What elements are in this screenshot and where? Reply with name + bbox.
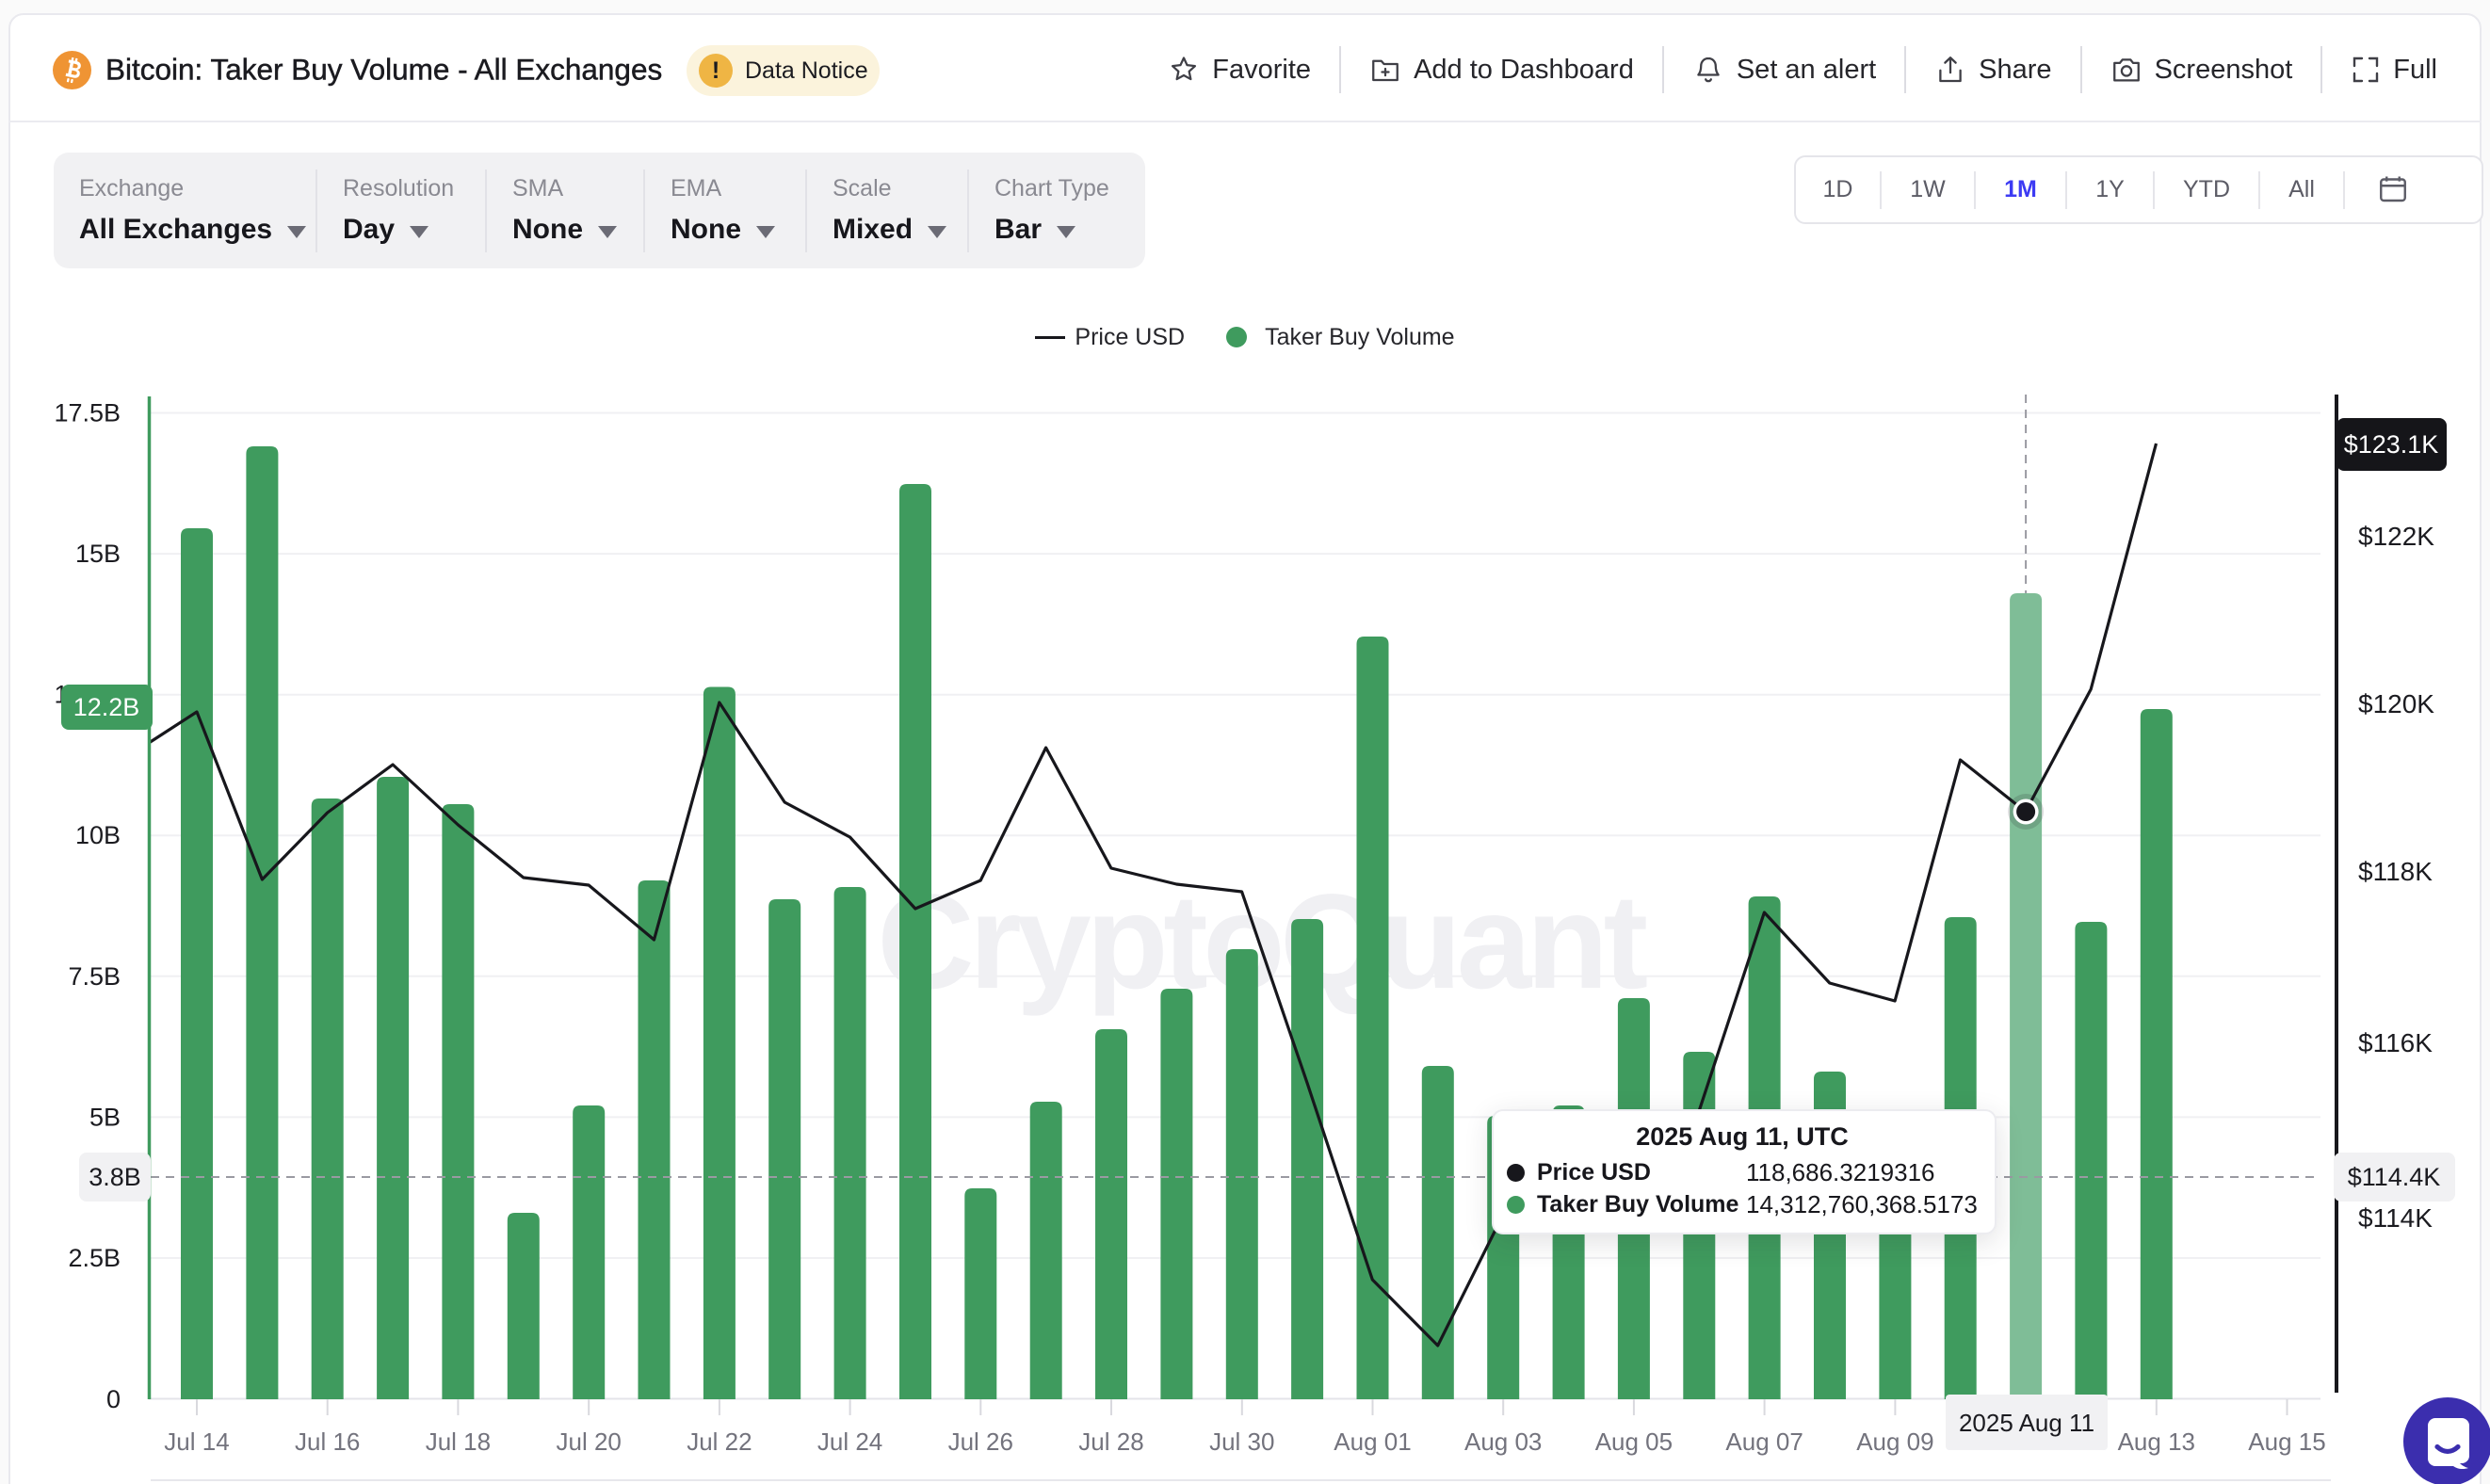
svg-text:$114K: $114K bbox=[2358, 1203, 2433, 1233]
svg-text:Jul 30: Jul 30 bbox=[1209, 1428, 1274, 1456]
svg-text:Jul 28: Jul 28 bbox=[1078, 1428, 1143, 1456]
svg-text:Jul 22: Jul 22 bbox=[687, 1428, 752, 1456]
svg-text:3.8B: 3.8B bbox=[89, 1163, 141, 1191]
svg-text:Jul 26: Jul 26 bbox=[948, 1428, 1013, 1456]
svg-text:2025 Aug 11: 2025 Aug 11 bbox=[1959, 1409, 2094, 1437]
svg-text:Aug 09: Aug 09 bbox=[1856, 1428, 1933, 1456]
svg-text:5B: 5B bbox=[89, 1103, 121, 1131]
svg-text:Jul 24: Jul 24 bbox=[817, 1428, 882, 1456]
svg-text:Aug 15: Aug 15 bbox=[2248, 1428, 2325, 1456]
svg-text:10B: 10B bbox=[75, 821, 121, 849]
svg-text:Aug 07: Aug 07 bbox=[1725, 1428, 1803, 1456]
svg-text:12.2B: 12.2B bbox=[73, 693, 140, 721]
svg-text:$114.4K: $114.4K bbox=[2348, 1163, 2441, 1191]
svg-text:$123.1K: $123.1K bbox=[2344, 430, 2439, 459]
svg-text:0: 0 bbox=[106, 1385, 121, 1413]
svg-text:7.5B: 7.5B bbox=[68, 962, 121, 991]
svg-text:15B: 15B bbox=[75, 540, 121, 568]
svg-text:$120K: $120K bbox=[2358, 689, 2434, 718]
svg-text:CryptoQuant: CryptoQuant bbox=[877, 867, 1646, 1017]
svg-text:Jul 14: Jul 14 bbox=[164, 1428, 229, 1456]
svg-text:Jul 16: Jul 16 bbox=[295, 1428, 360, 1456]
svg-text:Aug 05: Aug 05 bbox=[1595, 1428, 1673, 1456]
svg-text:2.5B: 2.5B bbox=[68, 1244, 121, 1272]
svg-text:$116K: $116K bbox=[2358, 1028, 2433, 1057]
svg-text:Aug 03: Aug 03 bbox=[1464, 1428, 1542, 1456]
svg-text:$122K: $122K bbox=[2358, 522, 2434, 551]
svg-text:Aug 01: Aug 01 bbox=[1334, 1428, 1411, 1456]
svg-text:$118K: $118K bbox=[2358, 857, 2433, 886]
svg-text:Jul 18: Jul 18 bbox=[426, 1428, 491, 1456]
svg-text:17.5B: 17.5B bbox=[54, 399, 121, 427]
svg-text:Jul 20: Jul 20 bbox=[557, 1428, 622, 1456]
svg-text:Aug 13: Aug 13 bbox=[2118, 1428, 2195, 1456]
